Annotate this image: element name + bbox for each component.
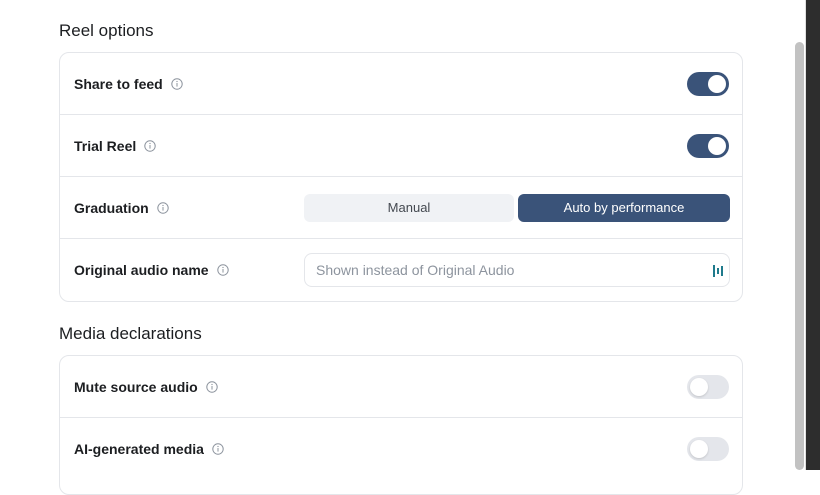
original-audio-name-row: Original audio name Shown instead of Ori… bbox=[60, 239, 742, 301]
media-declarations-card: Mute source audio AI-generated media bbox=[59, 355, 743, 495]
toggle-knob bbox=[690, 440, 708, 458]
share-to-feed-toggle[interactable] bbox=[687, 71, 729, 96]
ai-generated-media-label: AI-generated media bbox=[74, 441, 204, 457]
mute-source-audio-toggle[interactable] bbox=[687, 374, 729, 399]
mute-source-audio-label: Mute source audio bbox=[74, 378, 198, 395]
input-placeholder: Shown instead of Original Audio bbox=[316, 262, 515, 278]
info-icon[interactable] bbox=[156, 201, 169, 214]
share-to-feed-label: Share to feed bbox=[74, 75, 163, 92]
graduation-label: Graduation bbox=[74, 199, 149, 216]
reel-options-heading: Reel options bbox=[59, 21, 154, 40]
trial-reel-label: Trial Reel bbox=[74, 137, 137, 154]
media-declarations-heading: Media declarations bbox=[59, 324, 202, 343]
info-icon[interactable] bbox=[171, 77, 183, 90]
original-audio-name-label: Original audio name bbox=[74, 262, 209, 278]
waveform-icon[interactable] bbox=[713, 264, 723, 278]
graduation-manual-option[interactable]: Manual bbox=[304, 193, 514, 222]
info-icon[interactable] bbox=[216, 264, 229, 276]
toggle-knob bbox=[708, 136, 726, 155]
mute-source-audio-row: Mute source audio bbox=[60, 356, 742, 418]
scrollbar-thumb[interactable] bbox=[795, 42, 804, 470]
info-icon[interactable] bbox=[144, 139, 156, 152]
share-to-feed-row: Share to feed bbox=[60, 53, 742, 115]
graduation-auto-option[interactable]: Auto by performance bbox=[518, 193, 730, 222]
info-icon[interactable] bbox=[205, 380, 218, 393]
toggle-knob bbox=[708, 74, 726, 93]
graduation-row: Graduation Manual Auto by performance bbox=[60, 177, 742, 239]
ai-generated-media-toggle[interactable] bbox=[687, 437, 729, 461]
original-audio-name-input[interactable]: Shown instead of Original Audio bbox=[304, 253, 730, 287]
trial-reel-row: Trial Reel bbox=[60, 115, 742, 177]
reel-options-card: Share to feed Trial Reel Graduation Manu… bbox=[59, 52, 743, 302]
info-icon[interactable] bbox=[212, 443, 224, 455]
ai-generated-media-row: AI-generated media bbox=[60, 418, 742, 480]
settings-panel: Reel options Share to feed Trial Reel Gr… bbox=[0, 0, 805, 495]
window-edge bbox=[806, 0, 820, 470]
trial-reel-toggle[interactable] bbox=[687, 133, 729, 158]
toggle-knob bbox=[690, 377, 708, 396]
